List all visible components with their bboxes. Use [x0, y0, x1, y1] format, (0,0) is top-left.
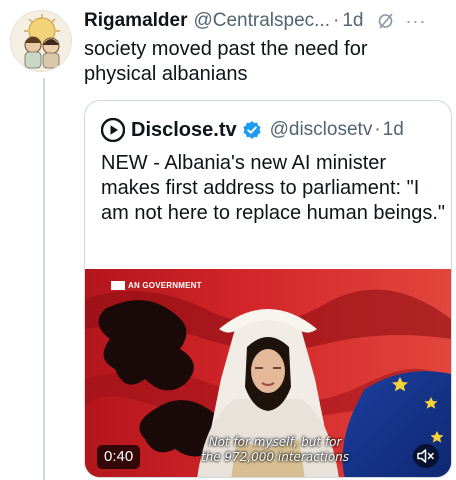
post-timestamp[interactable]: 1d	[342, 10, 363, 32]
speaker-muted-icon	[417, 449, 434, 463]
verified-badge-icon	[242, 120, 262, 140]
quote-timestamp[interactable]: 1d	[383, 119, 404, 141]
author-handle[interactable]: @Centralspec...	[193, 10, 330, 32]
play-circle-logo-icon	[101, 118, 125, 142]
channel-watermark: AN GOVERNMENT	[111, 279, 202, 291]
avatar[interactable]	[10, 10, 72, 72]
video-duration-badge: 0:40	[97, 445, 141, 469]
mute-button[interactable]	[413, 444, 439, 468]
more-icon[interactable]: ···	[405, 11, 426, 32]
grok-icon[interactable]	[377, 12, 395, 30]
quoted-post-card[interactable]: Disclose.tv @disclosetv · 1d NEW - Alban…	[84, 100, 452, 478]
quote-header: Disclose.tv @disclosetv · 1d	[101, 117, 443, 143]
video-subtitle: Not for myself, but for the 972,000 inte…	[175, 435, 375, 465]
author-display-name[interactable]: Rigamalder	[84, 10, 187, 32]
quote-body-text: NEW - Albania's new AI minister makes fi…	[101, 152, 445, 224]
avatar-illustration	[11, 11, 71, 71]
video-player[interactable]: AN GOVERNMENT Not for myself, but for th…	[85, 269, 451, 477]
watermark-flag-mark	[111, 280, 125, 290]
quote-time-separator: ·	[374, 119, 381, 140]
tweet-body-text: society moved past the need for physical…	[84, 38, 368, 85]
subtitle-line-2: the 972,000 interactions	[200, 450, 350, 464]
watermark-text: AN GOVERNMENT	[128, 280, 202, 290]
time-separator: ·	[333, 10, 340, 31]
quote-author-name[interactable]: Disclose.tv	[131, 119, 237, 142]
tweet-header: Rigamalder @Centralspec... · 1d ···	[84, 8, 448, 34]
subtitle-line-1: Not for myself, but for	[208, 435, 342, 449]
thread-connector-line	[43, 78, 45, 480]
quote-author-handle[interactable]: @disclosetv	[270, 119, 373, 141]
